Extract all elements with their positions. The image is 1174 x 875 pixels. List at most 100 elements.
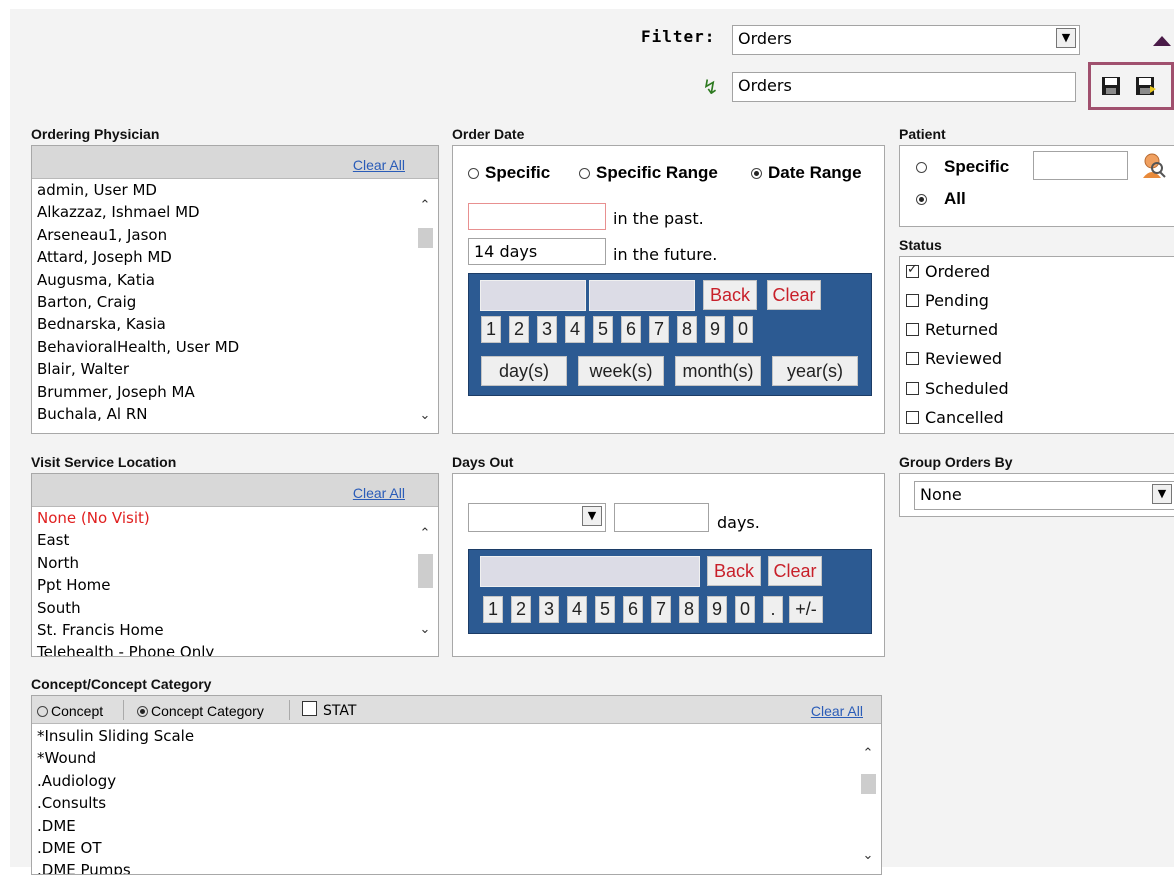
- patient-specific-radio[interactable]: Specific: [916, 157, 1009, 177]
- digit-button[interactable]: 9: [705, 316, 725, 343]
- list-item[interactable]: Attard, Joseph MD: [32, 246, 438, 268]
- list-item[interactable]: .DME: [32, 815, 881, 837]
- unit-days-button[interactable]: day(s): [481, 356, 567, 386]
- order-date-date-range-radio[interactable]: Date Range: [751, 163, 862, 183]
- chevron-up-icon[interactable]: ⌃: [858, 744, 878, 764]
- scroll-thumb[interactable]: [418, 228, 433, 248]
- digit-button[interactable]: 7: [649, 316, 669, 343]
- chevron-down-icon[interactable]: ▼: [1056, 28, 1076, 48]
- digit-button[interactable]: 2: [511, 596, 531, 623]
- save-as-icon[interactable]: [1135, 76, 1157, 98]
- sign-toggle-button[interactable]: +/-: [789, 596, 823, 623]
- filter-select[interactable]: Orders ▼: [732, 25, 1080, 55]
- list-item[interactable]: *Insulin Sliding Scale: [32, 725, 881, 747]
- chevron-down-icon[interactable]: ▼: [1152, 484, 1172, 504]
- visit-location-clear-all[interactable]: Clear All: [353, 485, 405, 501]
- digit-button[interactable]: 0: [735, 596, 755, 623]
- status-pending-checkbox[interactable]: Pending: [906, 291, 989, 310]
- digit-button[interactable]: 1: [483, 596, 503, 623]
- back-button[interactable]: Back: [707, 556, 761, 586]
- scroll-thumb[interactable]: [861, 774, 876, 794]
- digit-button[interactable]: 0: [733, 316, 753, 343]
- clear-button[interactable]: Clear: [767, 280, 821, 310]
- past-input[interactable]: [468, 203, 606, 230]
- ordering-physician-clear-all[interactable]: Clear All: [353, 157, 405, 173]
- future-input[interactable]: 14 days: [468, 238, 606, 265]
- group-orders-by-select[interactable]: None ▼: [914, 481, 1174, 510]
- list-item[interactable]: Arseneau1, Jason: [32, 224, 438, 246]
- list-item[interactable]: Telehealth - Phone Only: [32, 641, 438, 656]
- chevron-down-icon[interactable]: ⌄: [415, 406, 435, 426]
- list-item[interactable]: East: [32, 529, 438, 551]
- order-date-specific-radio[interactable]: Specific: [468, 163, 550, 183]
- digit-button[interactable]: 1: [481, 316, 501, 343]
- digit-button[interactable]: 3: [539, 596, 559, 623]
- digit-button[interactable]: 5: [593, 316, 613, 343]
- physician-scrollbar[interactable]: ⌃ ⌄: [415, 196, 435, 426]
- digit-button[interactable]: 7: [651, 596, 671, 623]
- digit-button[interactable]: 8: [679, 596, 699, 623]
- status-ordered-checkbox[interactable]: Ordered: [906, 262, 990, 281]
- status-reviewed-checkbox[interactable]: Reviewed: [906, 349, 1002, 368]
- list-item[interactable]: .Consults: [32, 792, 881, 814]
- list-item[interactable]: *Wound: [32, 747, 881, 769]
- unit-weeks-button[interactable]: week(s): [578, 356, 664, 386]
- stat-checkbox[interactable]: STAT: [302, 701, 356, 719]
- list-item[interactable]: North: [32, 552, 438, 574]
- list-item[interactable]: Brummer, Joseph MA: [32, 381, 438, 403]
- digit-button[interactable]: 4: [565, 316, 585, 343]
- list-item[interactable]: Buchala, Al RN: [32, 403, 438, 425]
- list-item[interactable]: Alkazzaz, Ishmael MD: [32, 201, 438, 223]
- list-item[interactable]: Ppt Home: [32, 574, 438, 596]
- list-item[interactable]: St. Francis Home: [32, 619, 438, 641]
- digit-button[interactable]: 5: [595, 596, 615, 623]
- list-item[interactable]: Augusma, Katia: [32, 269, 438, 291]
- clear-button[interactable]: Clear: [768, 556, 822, 586]
- status-scheduled-checkbox[interactable]: Scheduled: [906, 379, 1009, 398]
- patient-specific-input[interactable]: [1033, 151, 1128, 180]
- chevron-up-icon[interactable]: ⌃: [415, 196, 435, 216]
- chevron-down-icon[interactable]: ⌄: [858, 846, 878, 866]
- concept-scrollbar[interactable]: ⌃ ⌄: [858, 744, 878, 866]
- chevron-down-icon[interactable]: ▼: [582, 506, 602, 526]
- visit-location-scrollbar[interactable]: ⌃ ⌄: [415, 524, 435, 640]
- concept-category-radio[interactable]: Concept Category: [137, 703, 264, 719]
- list-item[interactable]: Bednarska, Kasia: [32, 313, 438, 335]
- list-item[interactable]: BehavioralHealth, User MD: [32, 336, 438, 358]
- list-item[interactable]: admin, User MD: [32, 179, 438, 201]
- concept-radio[interactable]: Concept: [37, 703, 103, 719]
- lightning-icon[interactable]: ↯: [702, 75, 719, 99]
- list-item[interactable]: .DME OT: [32, 837, 881, 859]
- digit-button[interactable]: 3: [537, 316, 557, 343]
- save-icon[interactable]: [1101, 76, 1123, 98]
- concept-clear-all[interactable]: Clear All: [811, 703, 863, 719]
- list-item[interactable]: Blair, Walter: [32, 358, 438, 380]
- unit-years-button[interactable]: year(s): [772, 356, 858, 386]
- decimal-button[interactable]: .: [763, 596, 783, 623]
- status-cancelled-checkbox[interactable]: Cancelled: [906, 408, 1004, 427]
- days-out-input[interactable]: [614, 503, 709, 532]
- filter-page: Filter: Orders ▼ ↯ Orders Ordering Physi…: [10, 9, 1174, 875]
- list-item[interactable]: South: [32, 597, 438, 619]
- digit-button[interactable]: 4: [567, 596, 587, 623]
- digit-button[interactable]: 6: [621, 316, 641, 343]
- scroll-thumb[interactable]: [418, 554, 433, 588]
- chevron-down-icon[interactable]: ⌄: [415, 620, 435, 640]
- digit-button[interactable]: 2: [509, 316, 529, 343]
- unit-months-button[interactable]: month(s): [675, 356, 761, 386]
- digit-button[interactable]: 8: [677, 316, 697, 343]
- chevron-up-icon[interactable]: ⌃: [415, 524, 435, 544]
- status-returned-checkbox[interactable]: Returned: [906, 320, 998, 339]
- patient-all-radio[interactable]: All: [916, 189, 966, 209]
- triangle-up-icon[interactable]: [1153, 36, 1171, 46]
- list-item[interactable]: None (No Visit): [32, 507, 438, 529]
- back-button[interactable]: Back: [703, 280, 757, 310]
- digit-button[interactable]: 6: [623, 596, 643, 623]
- list-item[interactable]: Barton, Craig: [32, 291, 438, 313]
- days-out-select[interactable]: ▼: [468, 503, 606, 532]
- digit-button[interactable]: 9: [707, 596, 727, 623]
- order-date-specific-range-radio[interactable]: Specific Range: [579, 163, 718, 183]
- list-item[interactable]: .Audiology: [32, 770, 881, 792]
- person-search-icon[interactable]: [1141, 152, 1167, 180]
- filter-name-input[interactable]: Orders: [732, 72, 1076, 102]
